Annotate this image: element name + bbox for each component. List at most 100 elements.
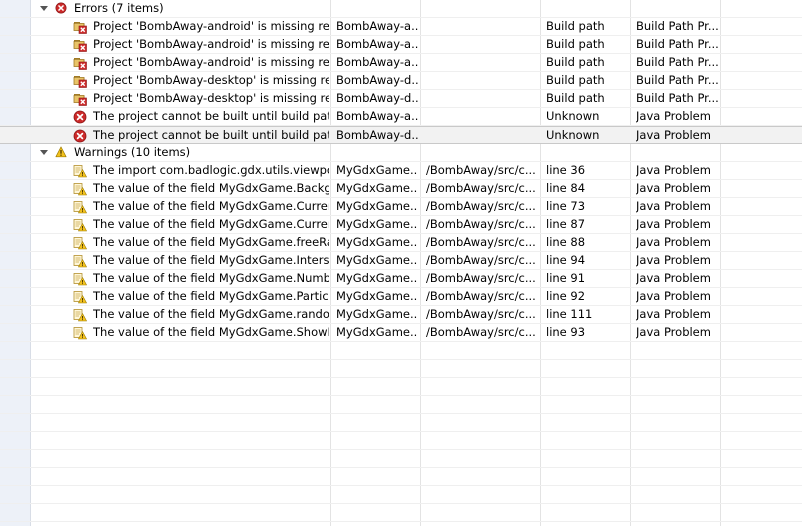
- expand-toggle-icon[interactable]: [40, 150, 48, 155]
- build-path-error-icon: [73, 74, 87, 88]
- table-row[interactable]: The value of the field MyGdxGame.Current…: [0, 216, 802, 234]
- problems-tree[interactable]: Errors (7 items) Project 'BombAway-androi…: [0, 0, 802, 522]
- type-cell: Build Path Pr...: [636, 37, 718, 51]
- type-cell: Build Path Pr...: [636, 91, 718, 105]
- table-row[interactable]: The value of the field MyGdxGame.Backgro…: [0, 180, 802, 198]
- description-cell: Project 'BombAway-android' is missing re…: [93, 37, 329, 51]
- build-path-error-icon: [73, 20, 87, 34]
- location-cell: line 88: [546, 235, 586, 249]
- type-cell: Java Problem: [636, 217, 711, 231]
- description-cell: The value of the field MyGdxGame.freeRan…: [93, 235, 329, 249]
- location-cell: line 111: [546, 307, 593, 321]
- empty-row: [0, 414, 802, 432]
- type-cell: Java Problem: [636, 128, 711, 142]
- path-cell: [426, 36, 538, 53]
- table-row[interactable]: The value of the field MyGdxGame.Current…: [0, 198, 802, 216]
- build-path-error-icon: [73, 38, 87, 52]
- table-row[interactable]: Project 'BombAway-android' is missing re…: [0, 36, 802, 54]
- table-row[interactable]: The value of the field MyGdxGame.Interst…: [0, 252, 802, 270]
- empty-row: [0, 342, 802, 360]
- error-icon: [73, 110, 87, 124]
- location-cell: line 87: [546, 217, 586, 231]
- location-cell: line 93: [546, 325, 586, 339]
- resource-cell: BombAway-a...: [336, 55, 418, 69]
- empty-row: [0, 396, 802, 414]
- table-row[interactable]: The value of the field MyGdxGame.random …: [0, 306, 802, 324]
- path-cell: [426, 18, 538, 35]
- description-cell: Project 'BombAway-android' is missing re…: [93, 19, 329, 33]
- path-cell: [426, 72, 538, 89]
- path-cell: [426, 108, 538, 125]
- location-cell: line 91: [546, 271, 586, 285]
- table-row[interactable]: Project 'BombAway-android' is missing re…: [0, 18, 802, 36]
- description-cell: The value of the field MyGdxGame.ShowInt…: [93, 325, 329, 339]
- table-row[interactable]: The project cannot be built until build …: [0, 108, 802, 126]
- location-cell: Build path: [546, 37, 605, 51]
- resource-cell: BombAway-d...: [336, 73, 418, 87]
- error-icon: [55, 2, 67, 14]
- resource-cell: MyGdxGame....: [336, 289, 418, 303]
- path-cell: /BombAway/src/c...: [426, 289, 536, 303]
- table-row[interactable]: The value of the field MyGdxGame.freeRan…: [0, 234, 802, 252]
- type-cell: Java Problem: [636, 199, 711, 213]
- location-cell: line 73: [546, 199, 586, 213]
- java-warning-icon: [73, 218, 87, 232]
- group-label: Errors (7 items): [74, 1, 164, 15]
- description-cell: Project 'BombAway-desktop' is missing re…: [93, 91, 329, 105]
- expand-toggle-icon[interactable]: [40, 6, 48, 11]
- type-cell: Java Problem: [636, 325, 711, 339]
- empty-row: [0, 504, 802, 522]
- path-cell: /BombAway/src/c...: [426, 181, 536, 195]
- empty-row: [0, 360, 802, 378]
- location-cell: Build path: [546, 91, 605, 105]
- location-cell: Build path: [546, 55, 605, 69]
- path-cell: /BombAway/src/c...: [426, 199, 536, 213]
- table-row[interactable]: Project 'BombAway-android' is missing re…: [0, 54, 802, 72]
- java-warning-icon: [73, 164, 87, 178]
- empty-row: [0, 486, 802, 504]
- path-cell: /BombAway/src/c...: [426, 253, 536, 267]
- table-row[interactable]: Project 'BombAway-desktop' is missing re…: [0, 90, 802, 108]
- table-row[interactable]: The value of the field MyGdxGame.ShowInt…: [0, 324, 802, 342]
- description-cell: The project cannot be built until build …: [93, 109, 329, 123]
- resource-cell: MyGdxGame....: [336, 271, 418, 285]
- resource-cell: BombAway-a...: [336, 19, 418, 33]
- resource-cell: BombAway-d...: [336, 128, 418, 142]
- java-warning-icon: [73, 290, 87, 304]
- path-cell: [426, 127, 538, 144]
- location-cell: Build path: [546, 73, 605, 87]
- group-label: Warnings (10 items): [74, 145, 191, 159]
- resource-cell: BombAway-a...: [336, 109, 418, 123]
- description-cell: The value of the field MyGdxGame.Backgro…: [93, 181, 329, 195]
- type-cell: Java Problem: [636, 253, 711, 267]
- type-cell: Java Problem: [636, 289, 711, 303]
- location-cell: line 92: [546, 289, 586, 303]
- java-warning-icon: [73, 254, 87, 268]
- description-cell: The value of the field MyGdxGame.Current…: [93, 217, 329, 231]
- path-cell: /BombAway/src/c...: [426, 325, 536, 339]
- table-row[interactable]: The value of the field MyGdxGame.NumberC…: [0, 270, 802, 288]
- warning-icon: [55, 146, 67, 158]
- group-row[interactable]: Warnings (10 items): [0, 144, 802, 162]
- error-icon: [73, 129, 87, 143]
- java-warning-icon: [73, 308, 87, 322]
- table-row[interactable]: Project 'BombAway-desktop' is missing re…: [0, 72, 802, 90]
- type-cell: Java Problem: [636, 235, 711, 249]
- location-cell: line 84: [546, 181, 586, 195]
- table-row[interactable]: The project cannot be built until build …: [0, 126, 802, 144]
- path-cell: [426, 90, 538, 107]
- type-cell: Java Problem: [636, 271, 711, 285]
- location-cell: Unknown: [546, 128, 600, 142]
- description-cell: The project cannot be built until build …: [93, 128, 329, 142]
- path-cell: /BombAway/src/c...: [426, 235, 536, 249]
- java-warning-icon: [73, 182, 87, 196]
- java-warning-icon: [73, 200, 87, 214]
- build-path-error-icon: [73, 92, 87, 106]
- resource-cell: MyGdxGame....: [336, 325, 418, 339]
- description-cell: The value of the field MyGdxGame.Current…: [93, 199, 329, 213]
- table-row[interactable]: The value of the field MyGdxGame.Particl…: [0, 288, 802, 306]
- description-cell: The value of the field MyGdxGame.Interst…: [93, 253, 329, 267]
- group-row[interactable]: Errors (7 items): [0, 0, 802, 18]
- path-cell: /BombAway/src/c...: [426, 217, 536, 231]
- table-row[interactable]: The import com.badlogic.gdx.utils.viewpo…: [0, 162, 802, 180]
